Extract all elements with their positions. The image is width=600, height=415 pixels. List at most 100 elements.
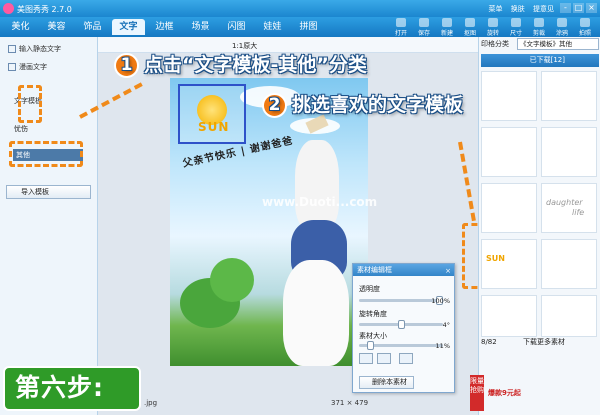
- open-button[interactable]: 打开: [390, 18, 412, 37]
- template-thumb[interactable]: [541, 127, 597, 177]
- page-count: 8/82: [481, 338, 497, 346]
- sun-text: SUN: [198, 120, 230, 134]
- left-panel: 输入静态文字 漫画文字 文字模板 忧伤 其他 导入模板: [0, 37, 98, 415]
- rotate-knob[interactable]: [398, 320, 405, 329]
- tab-collage[interactable]: 拼图: [292, 19, 325, 35]
- template-thumb[interactable]: [541, 71, 597, 121]
- step1-number: 1: [114, 53, 139, 78]
- tab-flash[interactable]: 闪图: [220, 19, 253, 35]
- people-figure: [275, 140, 357, 366]
- size-slider[interactable]: [359, 341, 443, 350]
- save-button[interactable]: 保存: [413, 18, 435, 37]
- template-thumb-sun[interactable]: SUN: [481, 239, 537, 289]
- rotate-slider[interactable]: [359, 320, 443, 329]
- tab-text[interactable]: 文字: [112, 19, 145, 35]
- static-text-item[interactable]: 输入静态文字: [8, 44, 61, 54]
- template-thumb[interactable]: [481, 183, 537, 233]
- tab-face[interactable]: 美容: [40, 19, 73, 35]
- download-more-link[interactable]: 下载更多素材: [523, 338, 565, 346]
- rotate-button[interactable]: 旋转: [482, 18, 504, 37]
- ad-banner[interactable]: 限量抢购 爆款9元起: [470, 370, 600, 415]
- thumb-daughter-text: daughter: [546, 198, 583, 207]
- maximize-button[interactable]: □: [573, 3, 584, 13]
- camera-button[interactable]: 拍照: [574, 18, 596, 37]
- template-thumb[interactable]: [481, 295, 537, 337]
- ad-text: 爆款9元起: [488, 389, 521, 397]
- flip-vertical-button[interactable]: [377, 353, 391, 364]
- copy-button[interactable]: [399, 353, 413, 364]
- callout-step1-text: 点击“文字模板-其他”分类: [144, 54, 367, 76]
- main-tabs: 美化 美容 饰品 文字 边框 场景 闪图 娃娃 拼图 打开 保存 新建 抠图 旋转 尺寸剪…: [0, 17, 600, 37]
- title-bar: 美图秀秀 2.7.0 菜单 换肤 提意见 - □ ×: [0, 0, 600, 17]
- downloaded-tab[interactable]: 已下载[12]: [481, 54, 599, 67]
- title-links: 菜单 换肤 提意见: [483, 4, 554, 14]
- opacity-value: 100%: [431, 297, 450, 305]
- right-panel: 印格分类 《文字模板》其他 已下载[12] daughter life SUN 8…: [478, 37, 600, 415]
- site-logo: [518, 370, 598, 413]
- template-thumb[interactable]: [481, 127, 537, 177]
- thumb-sun-text: SUN: [486, 254, 505, 263]
- close-button[interactable]: ×: [586, 3, 597, 13]
- material-panel-header: 素材编辑框 ×: [353, 264, 454, 276]
- opacity-slider[interactable]: [359, 296, 443, 305]
- comic-icon: [8, 63, 16, 71]
- template-thumb[interactable]: [541, 239, 597, 289]
- template-thumb[interactable]: [541, 295, 597, 337]
- watermark: www.Duoti...com: [262, 195, 378, 209]
- callout-step2-text: 挑选喜欢的文字模板: [292, 94, 464, 116]
- crop-button[interactable]: 剪裁: [528, 18, 550, 37]
- top-toolbar: 打开 保存 新建 抠图 旋转 尺寸 剪裁 涂鸦 拍照: [389, 18, 596, 37]
- filename: .jpg: [144, 399, 158, 407]
- skin-link[interactable]: 换肤: [511, 5, 525, 13]
- tab-beautify[interactable]: 美化: [4, 19, 37, 35]
- minimize-button[interactable]: -: [560, 3, 571, 13]
- comic-text-item[interactable]: 漫画文字: [8, 62, 47, 72]
- pager: 8/82 下载更多素材: [481, 337, 565, 347]
- size-knob[interactable]: [367, 341, 374, 350]
- highlight-other-category: [9, 141, 83, 167]
- flip-horizontal-button[interactable]: [359, 353, 373, 364]
- text-icon: [8, 45, 16, 53]
- category-sad[interactable]: 忧伤: [14, 124, 28, 134]
- window-controls: - □ ×: [558, 3, 597, 13]
- resize-icon: [511, 18, 521, 27]
- ad-tag: 限量抢购: [470, 375, 484, 411]
- menu-link[interactable]: 菜单: [489, 5, 503, 13]
- material-edit-panel: 素材编辑框 × 透明度 100% 旋转角度 4° 素材大小 11% 删除本素材: [352, 263, 455, 393]
- doodle-icon: [557, 18, 567, 27]
- child-figure: [295, 140, 339, 230]
- save-icon: [419, 18, 429, 27]
- rotate-value: 4°: [442, 321, 450, 329]
- tab-border[interactable]: 边框: [148, 19, 181, 35]
- close-icon[interactable]: ×: [445, 265, 451, 277]
- tab-scene[interactable]: 场景: [184, 19, 217, 35]
- step2-number: 2: [262, 93, 287, 118]
- size-label: 素材大小: [359, 332, 387, 340]
- callout-step2: 2 挑选喜欢的文字模板: [262, 90, 463, 118]
- tab-accessory[interactable]: 饰品: [76, 19, 109, 35]
- tab-doll[interactable]: 娃娃: [256, 19, 289, 35]
- import-template-button[interactable]: 导入模板: [6, 185, 91, 199]
- category-label: 印格分类: [481, 40, 509, 48]
- doodle-button[interactable]: 涂鸦: [551, 18, 573, 37]
- category-select[interactable]: 《文字模板》其他: [517, 38, 599, 50]
- cutout-icon: [465, 18, 475, 27]
- feedback-link[interactable]: 提意见: [533, 5, 554, 13]
- highlight-template-section: [18, 85, 42, 123]
- resize-button[interactable]: 尺寸: [505, 18, 527, 37]
- status-bar: .jpg 371 × 479: [98, 396, 478, 410]
- new-button[interactable]: 新建: [436, 18, 458, 37]
- cutout-button[interactable]: 抠图: [459, 18, 481, 37]
- step-badge: 第六步:: [3, 366, 141, 411]
- rotate-label: 旋转角度: [359, 310, 387, 318]
- crop-icon: [534, 18, 544, 27]
- delete-material-button[interactable]: 删除本素材: [359, 376, 414, 389]
- app-logo-icon: [3, 3, 14, 14]
- new-icon: [442, 18, 452, 27]
- template-thumb[interactable]: daughter life: [541, 183, 597, 233]
- tree: [210, 258, 254, 302]
- callout-step1: 1 点击“文字模板-其他”分类: [114, 50, 367, 78]
- window-title: 美图秀秀 2.7.0: [17, 5, 72, 14]
- template-thumb[interactable]: [481, 71, 537, 121]
- father-figure: [283, 260, 349, 366]
